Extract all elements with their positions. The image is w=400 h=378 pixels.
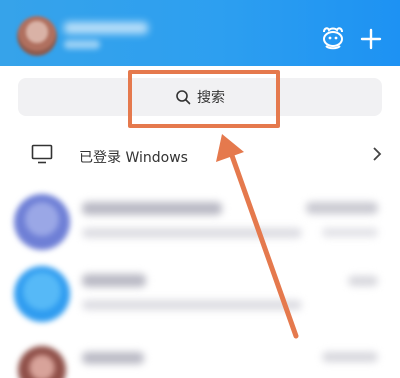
annotation-arrow [216, 134, 299, 339]
